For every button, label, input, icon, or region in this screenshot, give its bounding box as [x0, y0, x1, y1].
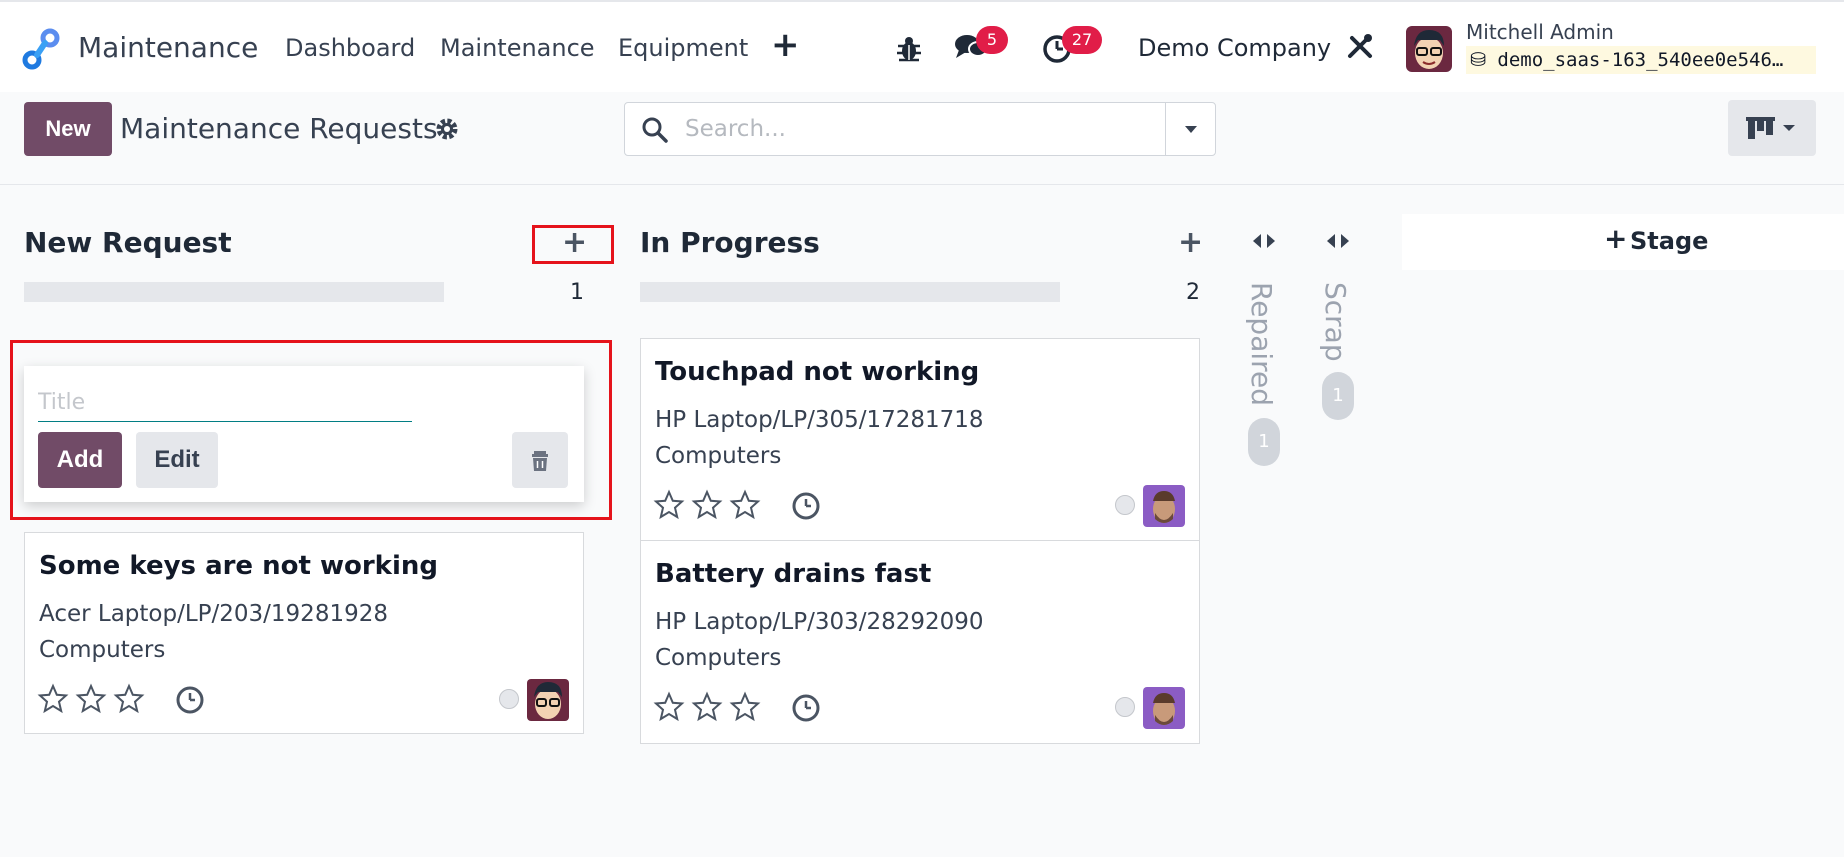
add-stage-button[interactable]: + Stage — [1402, 214, 1844, 270]
card-equipment: Acer Laptop/LP/203/19281928 — [39, 601, 388, 627]
nav-plus-icon[interactable]: + — [771, 28, 800, 62]
database-name: ⛁ demo_saas-163_540ee0e546… — [1466, 46, 1816, 74]
card-category: Computers — [655, 443, 782, 469]
quick-create-add-button[interactable]: Add — [38, 432, 122, 488]
caret-down-icon — [1185, 126, 1197, 133]
database-icon: ⛁ — [1470, 49, 1486, 71]
column-title-new-request[interactable]: New Request — [24, 226, 232, 259]
column-count-in-progress: 2 — [1186, 280, 1200, 305]
search-input[interactable] — [685, 111, 1145, 147]
messages-badge: 5 — [976, 26, 1008, 54]
user-name[interactable]: Mitchell Admin — [1466, 20, 1614, 44]
folded-column-count-scrap: 1 — [1322, 372, 1354, 420]
priority-stars — [37, 683, 145, 715]
star-icon[interactable] — [113, 683, 145, 715]
maintenance-app-icon[interactable] — [20, 28, 62, 70]
nav-maintenance[interactable]: Maintenance — [440, 34, 595, 62]
kanban-view-icon — [1746, 117, 1795, 139]
trash-icon — [532, 451, 548, 471]
star-icon[interactable] — [691, 489, 723, 521]
unfold-arrows-icon[interactable] — [1250, 232, 1278, 250]
card-title: Some keys are not working — [39, 551, 439, 581]
progress-bar-new-request[interactable] — [24, 282, 444, 302]
kanban-state-dot[interactable] — [499, 689, 519, 709]
folded-column-title-scrap[interactable]: Scrap — [1319, 282, 1352, 362]
column-quick-create-plus-icon[interactable]: + — [1178, 228, 1203, 258]
activities-badge: 27 — [1062, 26, 1102, 54]
quick-create-form: Add Edit — [24, 366, 584, 502]
card-equipment: HP Laptop/LP/305/17281718 — [655, 407, 984, 433]
star-icon[interactable] — [653, 489, 685, 521]
card-title: Battery drains fast — [655, 559, 932, 589]
bug-icon[interactable] — [896, 34, 922, 62]
star-icon[interactable] — [729, 691, 761, 723]
kanban-card[interactable]: Some keys are not working Acer Laptop/LP… — [24, 532, 584, 734]
quick-create-edit-button[interactable]: Edit — [136, 432, 218, 488]
star-icon[interactable] — [37, 683, 69, 715]
column-title-in-progress[interactable]: In Progress — [640, 226, 820, 259]
assignee-avatar — [1143, 485, 1185, 527]
add-stage-label: Stage — [1630, 227, 1709, 255]
progress-bar-in-progress[interactable] — [640, 282, 1060, 302]
debug-tools-icon[interactable] — [1346, 32, 1374, 60]
activity-clock-icon[interactable] — [791, 491, 821, 521]
page-title: Maintenance Requests — [120, 112, 438, 145]
unfold-arrows-icon[interactable] — [1324, 232, 1352, 250]
star-icon[interactable] — [691, 691, 723, 723]
card-title: Touchpad not working — [655, 357, 980, 387]
view-switcher-button[interactable] — [1728, 100, 1816, 156]
activity-clock-icon[interactable] — [175, 685, 205, 715]
control-panel-divider — [0, 184, 1844, 185]
nav-dashboard[interactable]: Dashboard — [285, 34, 415, 62]
card-category: Computers — [39, 637, 166, 663]
activity-clock-icon[interactable] — [791, 693, 821, 723]
user-avatar[interactable] — [1406, 26, 1452, 72]
star-icon[interactable] — [653, 691, 685, 723]
assignee-avatar — [527, 679, 569, 721]
company-switcher[interactable]: Demo Company — [1138, 34, 1331, 62]
priority-stars — [653, 691, 761, 723]
gear-icon[interactable] — [434, 116, 460, 142]
app-name[interactable]: Maintenance — [78, 31, 258, 64]
search-bar — [624, 102, 1216, 156]
kanban-card[interactable]: Battery drains fast HP Laptop/LP/303/282… — [640, 540, 1200, 744]
top-navbar: Maintenance Dashboard Maintenance Equipm… — [0, 0, 1844, 92]
assignee-avatar — [1143, 687, 1185, 729]
star-icon[interactable] — [75, 683, 107, 715]
kanban-state-dot[interactable] — [1115, 697, 1135, 717]
card-equipment: HP Laptop/LP/303/28292090 — [655, 609, 984, 635]
star-icon[interactable] — [729, 489, 761, 521]
kanban-card[interactable]: Touchpad not working HP Laptop/LP/305/17… — [640, 338, 1200, 542]
card-category: Computers — [655, 645, 782, 671]
highlight-box-plus — [532, 225, 614, 264]
folded-column-count-repaired: 1 — [1248, 418, 1280, 466]
search-options-toggle[interactable] — [1165, 103, 1215, 155]
nav-equipment[interactable]: Equipment — [618, 34, 748, 62]
priority-stars — [653, 489, 761, 521]
folded-column-title-repaired[interactable]: Repaired — [1245, 282, 1278, 406]
search-icon — [642, 117, 668, 143]
new-button[interactable]: New — [24, 102, 112, 156]
column-count-new-request: 1 — [570, 280, 584, 305]
kanban-state-dot[interactable] — [1115, 495, 1135, 515]
plus-icon: + — [1604, 222, 1628, 255]
quick-create-title-input[interactable] — [38, 384, 412, 422]
database-label: demo_saas-163_540ee0e546… — [1497, 49, 1784, 71]
quick-create-discard-button[interactable] — [512, 432, 568, 488]
